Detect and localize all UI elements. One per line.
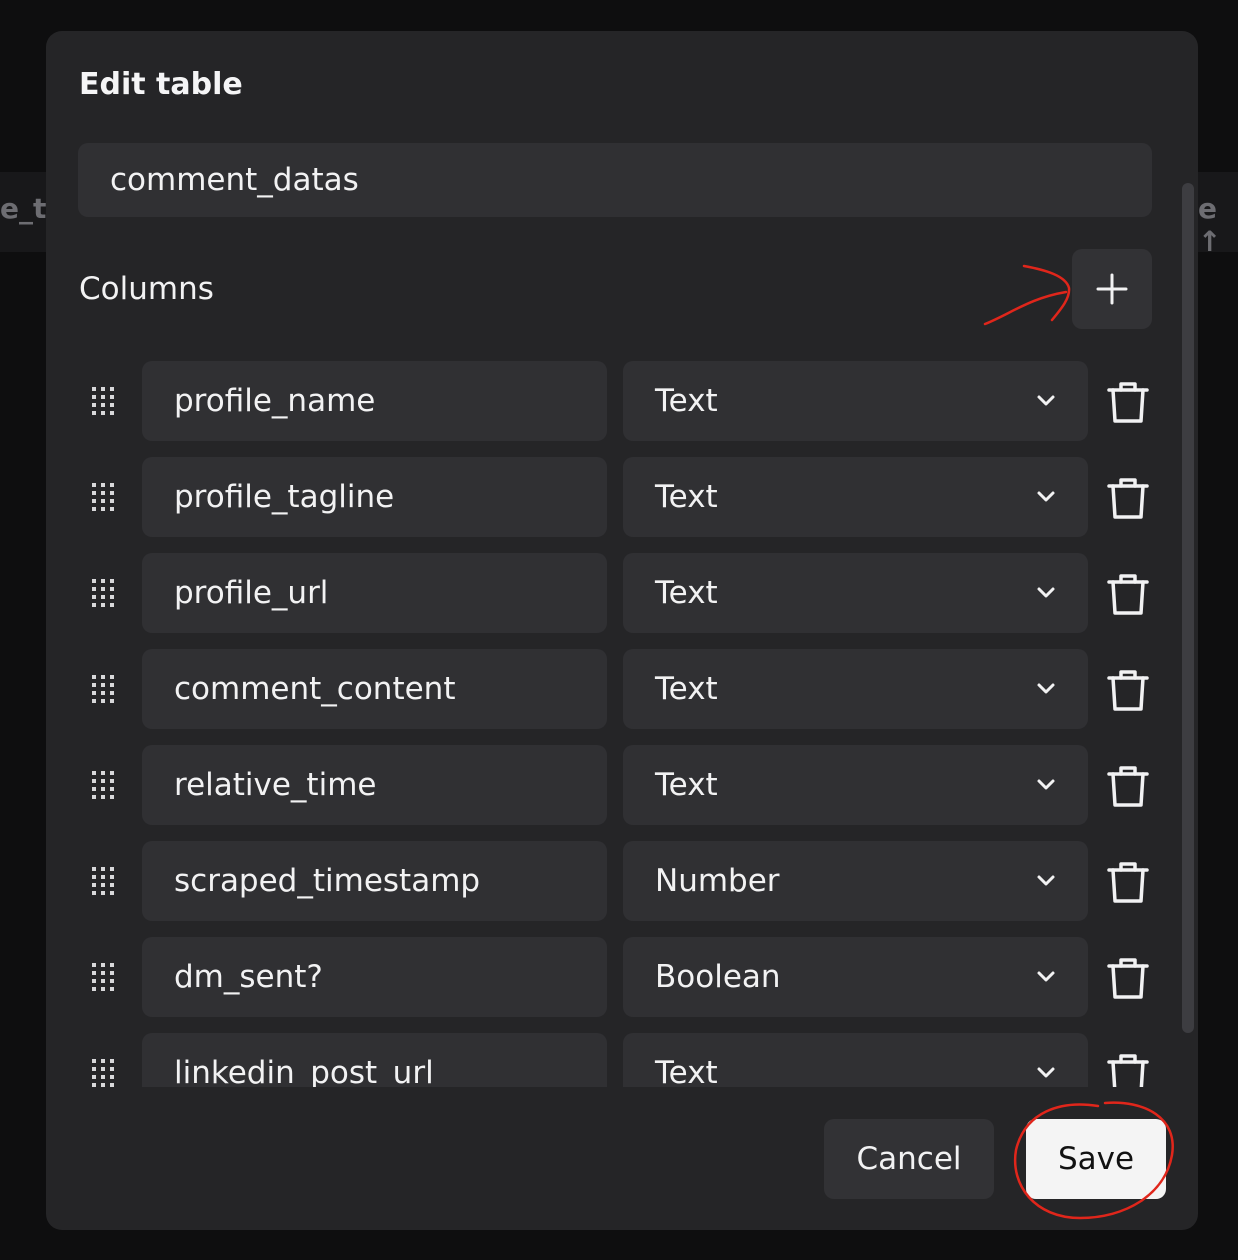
column-type-select[interactable]: Text — [623, 1033, 1088, 1087]
column-name-input[interactable]: profile_url — [142, 553, 607, 633]
column-type-select[interactable]: Text — [623, 745, 1088, 825]
chevron-down-icon — [1037, 875, 1055, 886]
save-button[interactable]: Save — [1026, 1119, 1166, 1199]
trash-icon[interactable] — [1106, 861, 1150, 903]
columns-label: Columns — [79, 271, 214, 307]
column-name-input[interactable]: profile_tagline — [142, 457, 607, 537]
column-type-label: Text — [655, 1055, 718, 1087]
drag-handle-icon[interactable] — [92, 963, 114, 991]
chevron-down-icon — [1037, 587, 1055, 598]
column-name-input[interactable]: relative_time — [142, 745, 607, 825]
column-type-select[interactable]: Boolean — [623, 937, 1088, 1017]
column-row: relative_time Text — [46, 745, 1176, 825]
column-row: linkedin_post_url Text — [46, 1033, 1176, 1087]
trash-icon[interactable] — [1106, 381, 1150, 423]
column-row: profile_name Text — [46, 361, 1176, 441]
trash-icon[interactable] — [1106, 477, 1150, 519]
trash-icon[interactable] — [1106, 669, 1150, 711]
background-header-text-left: e_t — [0, 192, 47, 225]
column-type-label: Text — [655, 671, 718, 707]
chevron-down-icon — [1037, 683, 1055, 694]
table-name-input[interactable]: comment_datas — [78, 143, 1152, 217]
column-row: scraped_timestamp Number — [46, 841, 1176, 921]
trash-icon[interactable] — [1106, 573, 1150, 615]
column-name-input[interactable]: scraped_timestamp — [142, 841, 607, 921]
background-header-text-right: e ↑ — [1198, 192, 1222, 258]
trash-icon[interactable] — [1106, 765, 1150, 807]
chevron-down-icon — [1037, 1067, 1055, 1078]
scrollbar[interactable] — [1182, 183, 1194, 1033]
column-type-select[interactable]: Text — [623, 457, 1088, 537]
drag-handle-icon[interactable] — [92, 1059, 114, 1087]
column-type-select[interactable]: Text — [623, 553, 1088, 633]
trash-icon[interactable] — [1106, 1053, 1150, 1087]
column-name-input[interactable]: linkedin_post_url — [142, 1033, 607, 1087]
modal-title: Edit table — [79, 67, 243, 102]
drag-handle-icon[interactable] — [92, 771, 114, 799]
column-type-select[interactable]: Text — [623, 649, 1088, 729]
column-row: comment_content Text — [46, 649, 1176, 729]
drag-handle-icon[interactable] — [92, 483, 114, 511]
column-type-select[interactable]: Text — [623, 361, 1088, 441]
column-row: dm_sent? Boolean — [46, 937, 1176, 1017]
chevron-down-icon — [1037, 971, 1055, 982]
column-type-label: Text — [655, 479, 718, 515]
cancel-button[interactable]: Cancel — [824, 1119, 994, 1199]
drag-handle-icon[interactable] — [92, 675, 114, 703]
column-type-label: Text — [655, 767, 718, 803]
column-row: profile_tagline Text — [46, 457, 1176, 537]
plus-icon — [1096, 273, 1128, 305]
column-name-input[interactable]: comment_content — [142, 649, 607, 729]
column-type-label: Boolean — [655, 959, 781, 995]
columns-list: profile_name Text profile_tagline Text p… — [46, 361, 1176, 1087]
edit-table-modal: Edit table comment_datas Columns profile… — [46, 31, 1198, 1230]
column-type-label: Number — [655, 863, 780, 899]
column-type-label: Text — [655, 575, 718, 611]
chevron-down-icon — [1037, 395, 1055, 406]
drag-handle-icon[interactable] — [92, 867, 114, 895]
chevron-down-icon — [1037, 779, 1055, 790]
add-column-button[interactable] — [1072, 249, 1152, 329]
chevron-down-icon — [1037, 491, 1055, 502]
column-name-input[interactable]: dm_sent? — [142, 937, 607, 1017]
trash-icon[interactable] — [1106, 957, 1150, 999]
column-row: profile_url Text — [46, 553, 1176, 633]
column-type-label: Text — [655, 383, 718, 419]
drag-handle-icon[interactable] — [92, 387, 114, 415]
drag-handle-icon[interactable] — [92, 579, 114, 607]
column-name-input[interactable]: profile_name — [142, 361, 607, 441]
column-type-select[interactable]: Number — [623, 841, 1088, 921]
